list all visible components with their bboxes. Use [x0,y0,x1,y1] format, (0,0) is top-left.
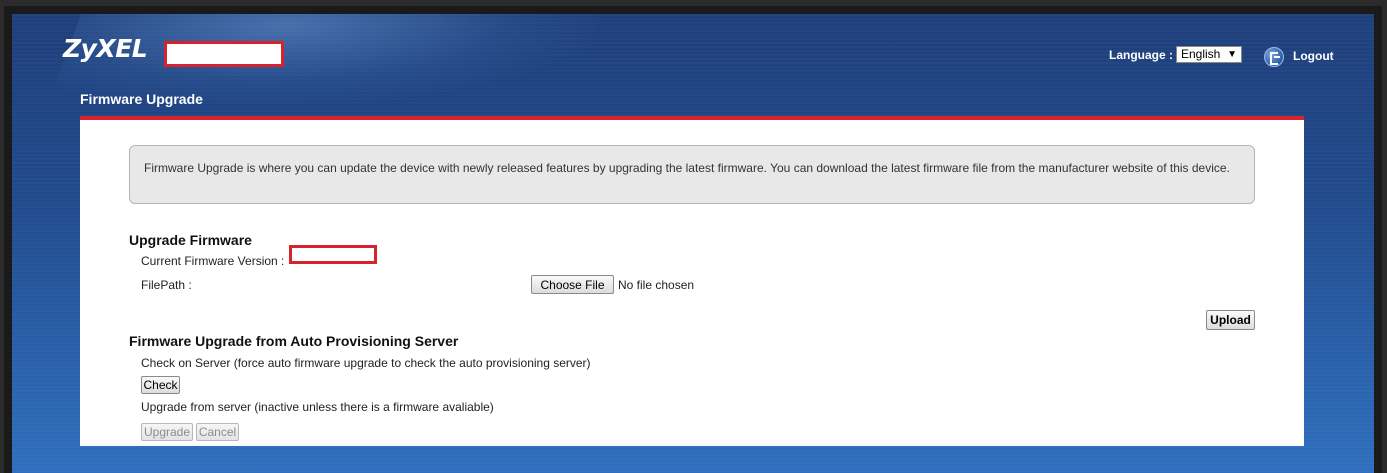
browser-frame: ZyXEL Language : English ▼ Logout Firmwa… [4,6,1382,473]
language-select[interactable]: English ▼ [1176,46,1242,63]
auto-provisioning-title: Firmware Upgrade from Auto Provisioning … [129,333,459,349]
upload-button[interactable]: Upload [1206,310,1255,330]
upgrade-button[interactable]: Upgrade [141,423,193,441]
choose-file-button[interactable]: Choose File [531,275,614,294]
app-window: ZyXEL Language : English ▼ Logout Firmwa… [12,14,1374,473]
dropdown-arrow-icon: ▼ [1227,49,1237,60]
firmware-version-redacted [289,245,377,264]
check-description: Check on Server (force auto firmware upg… [141,356,591,370]
current-firmware-label: Current Firmware Version : [141,254,285,268]
logout-link[interactable]: Logout [1293,49,1334,63]
model-name-redacted [164,41,284,67]
info-box: Firmware Upgrade is where you can update… [129,145,1255,204]
upgrade-description: Upgrade from server (inactive unless the… [141,400,494,414]
language-label: Language : [1109,48,1174,62]
check-button[interactable]: Check [141,376,180,394]
no-file-chosen-text: No file chosen [618,278,695,292]
zyxel-logo: ZyXEL [63,34,148,63]
filepath-label: FilePath : [141,278,192,292]
info-text: Firmware Upgrade is where you can update… [144,161,1230,175]
logout-icon[interactable] [1264,47,1284,67]
upgrade-firmware-title: Upgrade Firmware [129,232,252,248]
cancel-button[interactable]: Cancel [196,423,239,441]
content-panel: Firmware Upgrade is where you can update… [80,120,1304,446]
page-title: Firmware Upgrade [80,91,203,107]
language-selected-value: English [1181,47,1221,61]
